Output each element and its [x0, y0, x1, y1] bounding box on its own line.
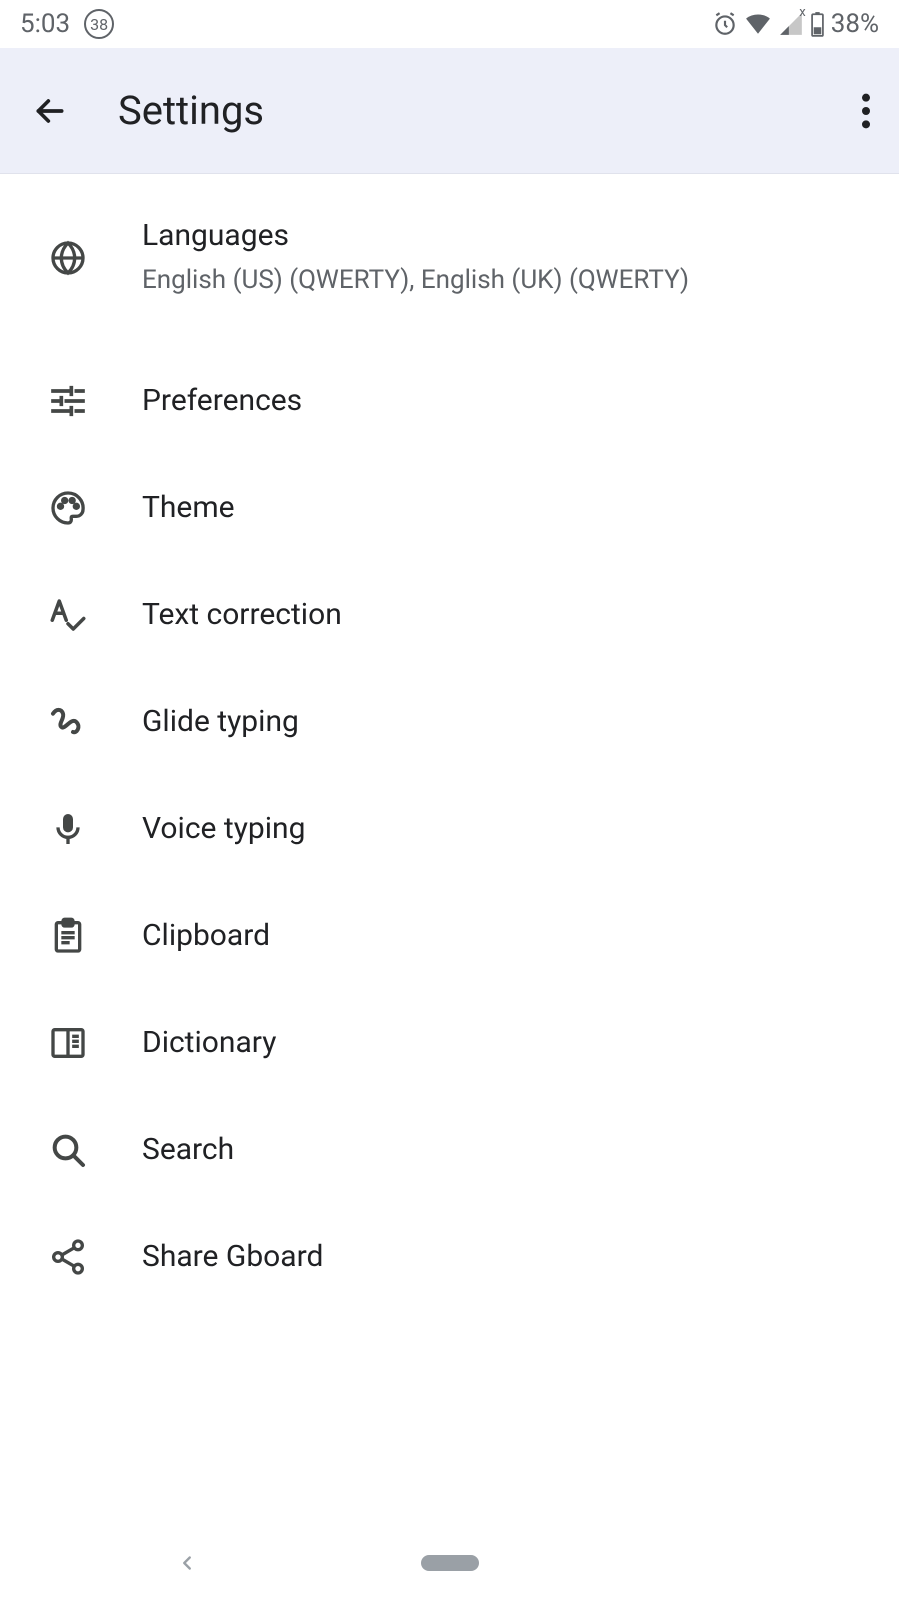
item-title: Glide typing [142, 702, 871, 743]
settings-item-theme[interactable]: Theme [0, 455, 899, 562]
cellular-icon: x [778, 11, 804, 37]
back-button[interactable] [30, 91, 70, 131]
settings-item-voice-typing[interactable]: Voice typing [0, 776, 899, 883]
microphone-icon [46, 807, 90, 851]
status-left: 5:03 38 [20, 9, 114, 39]
status-right: x 38% [712, 9, 879, 39]
settings-item-preferences[interactable]: Preferences [0, 348, 899, 455]
status-time: 5:03 [20, 9, 70, 39]
share-icon [46, 1235, 90, 1279]
item-title: Dictionary [142, 1023, 871, 1064]
settings-item-text-correction[interactable]: Text correction [0, 562, 899, 669]
item-subtitle: English (US) (QWERTY), English (UK) (QWE… [142, 261, 871, 300]
page-title: Settings [118, 87, 861, 134]
settings-item-share[interactable]: Share Gboard [0, 1204, 899, 1311]
spellcheck-icon [46, 593, 90, 637]
battery-percent: 38% [831, 9, 879, 39]
item-title: Languages [142, 216, 871, 257]
app-bar: Settings [0, 48, 899, 174]
wifi-icon [744, 11, 772, 37]
item-title: Voice typing [142, 809, 871, 850]
battery-icon [810, 11, 825, 37]
nav-back-button[interactable] [176, 1552, 198, 1574]
tune-icon [46, 379, 90, 423]
status-bar: 5:03 38 x 38% [0, 0, 899, 48]
system-nav-bar [0, 1527, 899, 1599]
item-title: Share Gboard [142, 1237, 871, 1278]
settings-item-glide-typing[interactable]: Glide typing [0, 669, 899, 776]
nav-home-pill[interactable] [421, 1555, 479, 1571]
item-title: Preferences [142, 381, 871, 422]
item-title: Search [142, 1130, 871, 1171]
settings-item-search[interactable]: Search [0, 1097, 899, 1204]
gesture-icon [46, 700, 90, 744]
settings-list: Languages English (US) (QWERTY), English… [0, 174, 899, 1311]
search-icon [46, 1128, 90, 1172]
settings-item-languages[interactable]: Languages English (US) (QWERTY), English… [0, 188, 899, 348]
alarm-icon [712, 11, 738, 37]
clipboard-icon [46, 914, 90, 958]
more-options-button[interactable] [861, 91, 871, 131]
item-title: Text correction [142, 595, 871, 636]
item-title: Clipboard [142, 916, 871, 957]
item-title: Theme [142, 488, 871, 529]
globe-icon [46, 236, 90, 280]
palette-icon [46, 486, 90, 530]
settings-item-dictionary[interactable]: Dictionary [0, 990, 899, 1097]
book-icon [46, 1021, 90, 1065]
status-notification-badge: 38 [84, 9, 114, 39]
settings-item-clipboard[interactable]: Clipboard [0, 883, 899, 990]
